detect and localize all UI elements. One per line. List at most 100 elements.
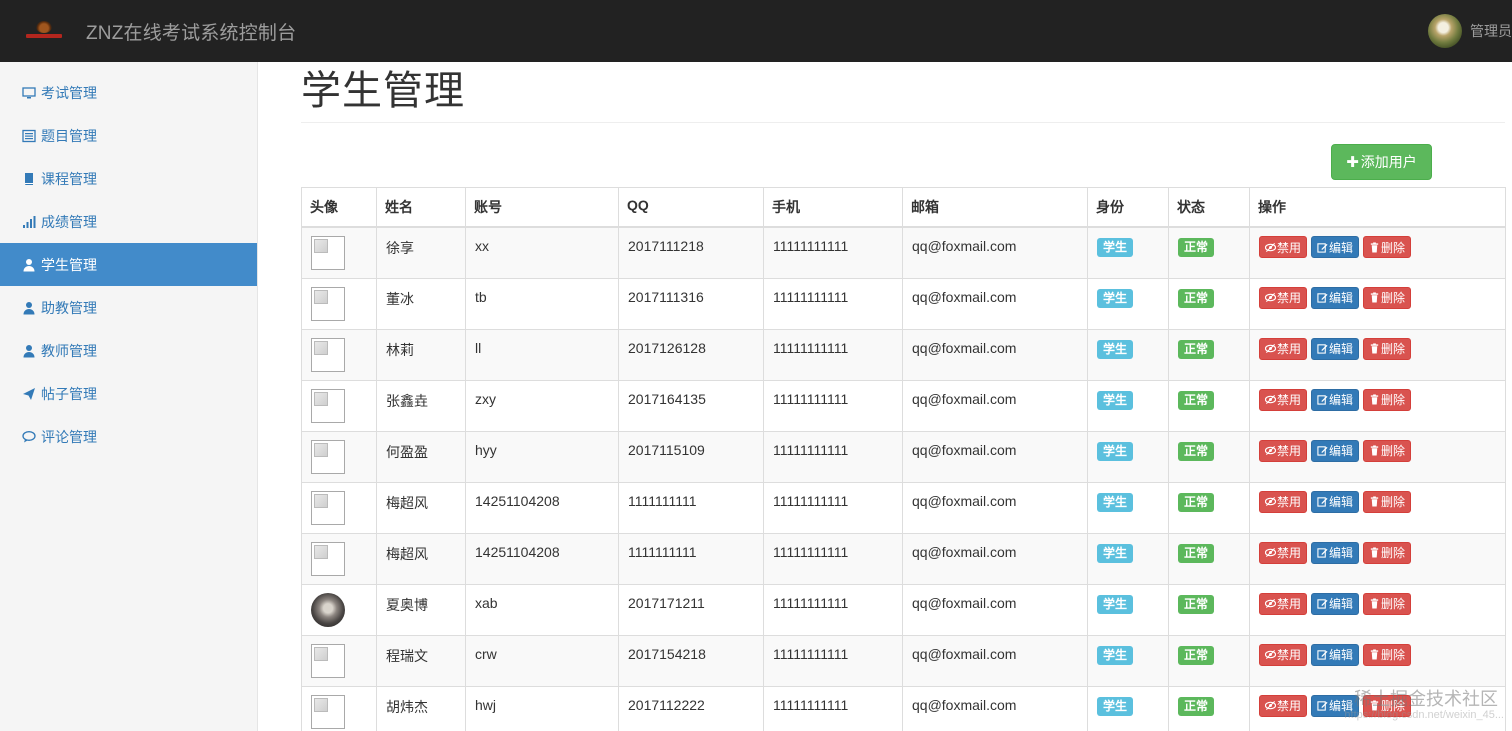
column-header: 账号 <box>465 187 619 228</box>
delete-button[interactable]: 删除 <box>1363 388 1412 411</box>
column-header: 操作 <box>1249 187 1506 228</box>
disable-button[interactable]: 禁用 <box>1259 541 1308 564</box>
edit-button[interactable]: 编辑 <box>1311 388 1360 411</box>
disable-button[interactable]: 禁用 <box>1259 286 1308 309</box>
trash-icon <box>1369 394 1381 405</box>
status-badge: 正常 <box>1178 492 1215 512</box>
username[interactable]: 管理员 <box>1470 21 1512 41</box>
delete-button-label: 删除 <box>1381 240 1406 255</box>
role-cell: 学生 <box>1087 430 1169 483</box>
list-icon <box>22 129 36 143</box>
delete-button[interactable]: 删除 <box>1363 592 1412 615</box>
delete-button[interactable]: 删除 <box>1363 643 1412 666</box>
status-cell: 正常 <box>1168 328 1250 381</box>
main-content: 学生管理 ✚ 添加用户 头像 姓名 账号 QQ 手机 邮箱 身份 状态 操作 徐享 xx 20171… <box>301 62 1506 731</box>
column-header: 邮箱 <box>902 187 1088 228</box>
role-badge: 学生 <box>1097 645 1134 665</box>
status-badge: 正常 <box>1178 441 1215 461</box>
sidebar-item-3[interactable]: 成绩管理 <box>0 200 257 243</box>
role-cell: 学生 <box>1087 634 1169 687</box>
disable-button[interactable]: 禁用 <box>1259 439 1308 462</box>
delete-button[interactable]: 删除 <box>1363 236 1412 258</box>
phone-cell: 11111111111 <box>763 226 903 279</box>
avatar-cell <box>301 430 377 483</box>
edit-button[interactable]: 编辑 <box>1311 286 1360 309</box>
trash-icon <box>1369 649 1381 660</box>
add-user-button[interactable]: ✚ 添加用户 <box>1331 144 1432 180</box>
disable-button[interactable]: 禁用 <box>1259 337 1308 360</box>
delete-button[interactable]: 删除 <box>1363 439 1412 462</box>
email-cell: qq@foxmail.com <box>902 226 1088 279</box>
name-cell: 梅超风 <box>376 532 466 585</box>
status-cell: 正常 <box>1168 685 1250 731</box>
status-cell: 正常 <box>1168 379 1250 432</box>
column-header: 状态 <box>1168 187 1250 228</box>
avatar-cell <box>301 532 377 585</box>
qq-cell: 1111111111 <box>618 532 764 585</box>
status-cell: 正常 <box>1168 532 1250 585</box>
disable-button[interactable]: 禁用 <box>1259 592 1308 615</box>
edit-button[interactable]: 编辑 <box>1311 541 1360 564</box>
delete-button[interactable]: 删除 <box>1363 490 1412 513</box>
status-badge: 正常 <box>1178 594 1215 614</box>
eye-slash-icon <box>1265 445 1277 456</box>
broken-image-icon <box>311 439 345 474</box>
brand-logo[interactable] <box>26 21 62 41</box>
phone-cell: 11111111111 <box>763 685 903 731</box>
avatar[interactable] <box>1428 14 1462 48</box>
edit-button-label: 编辑 <box>1329 444 1354 458</box>
table-row: 胡炜杰 hwj 2017112222 11111111111 qq@foxmail.co… <box>301 685 1506 731</box>
broken-image-icon <box>311 337 345 372</box>
table-row: 董冰 tb 2017111316 11111111111 qq@foxmail.com 学… <box>301 277 1506 330</box>
edit-button[interactable]: 编辑 <box>1311 490 1360 513</box>
email-cell: qq@foxmail.com <box>902 634 1088 687</box>
name-cell: 董冰 <box>376 277 466 330</box>
email-cell: qq@foxmail.com <box>902 583 1088 636</box>
sidebar-item-0[interactable]: 考试管理 <box>0 71 257 114</box>
user-icon <box>22 344 36 358</box>
edit-icon <box>1317 598 1329 609</box>
edit-button[interactable]: 编辑 <box>1311 643 1360 666</box>
status-badge: 正常 <box>1178 645 1215 665</box>
trash-icon <box>1369 598 1381 609</box>
sidebar-item-8[interactable]: 评论管理 <box>0 415 257 458</box>
disable-button-label: 禁用 <box>1277 291 1302 305</box>
actions-cell: 禁用 编辑 删除 <box>1249 328 1506 381</box>
disable-button[interactable]: 禁用 <box>1259 388 1308 411</box>
disable-button-label: 禁用 <box>1277 546 1302 560</box>
email-cell: qq@foxmail.com <box>902 481 1088 534</box>
edit-button[interactable]: 编辑 <box>1311 592 1360 615</box>
table-row: 夏奥博 xab 2017171211 11111111111 qq@foxmail.co… <box>301 583 1506 636</box>
disable-button[interactable]: 禁用 <box>1259 694 1308 717</box>
delete-button[interactable]: 删除 <box>1363 541 1412 564</box>
trash-icon <box>1369 343 1381 354</box>
role-cell: 学生 <box>1087 328 1169 381</box>
edit-button[interactable]: 编辑 <box>1311 337 1360 360</box>
sidebar-item-1[interactable]: 题目管理 <box>0 114 257 157</box>
disable-button[interactable]: 禁用 <box>1259 490 1308 513</box>
column-header: 头像 <box>301 187 377 228</box>
disable-button[interactable]: 禁用 <box>1259 236 1308 258</box>
edit-button-label: 编辑 <box>1329 240 1354 255</box>
sidebar-item-5[interactable]: 助教管理 <box>0 286 257 329</box>
watermark-url: https://blog.csdn.net/weixin_45... <box>1344 709 1504 721</box>
avatar-cell <box>301 583 377 636</box>
disable-button-label: 禁用 <box>1277 240 1302 255</box>
app-title[interactable]: ZNZ在线考试系统控制台 <box>86 18 296 45</box>
sidebar-item-2[interactable]: 课程管理 <box>0 157 257 200</box>
sidebar-item-6[interactable]: 教师管理 <box>0 329 257 372</box>
name-cell: 徐享 <box>376 226 466 279</box>
edit-button[interactable]: 编辑 <box>1311 236 1360 258</box>
eye-slash-icon <box>1265 547 1277 558</box>
disable-button-label: 禁用 <box>1277 648 1302 662</box>
actions-cell: 禁用 编辑 删除 <box>1249 583 1506 636</box>
sidebar-item-7[interactable]: 帖子管理 <box>0 372 257 415</box>
user-menu[interactable]: 管理员 <box>1428 0 1512 62</box>
delete-button[interactable]: 删除 <box>1363 286 1412 309</box>
sidebar-item-4[interactable]: 学生管理 <box>0 243 257 286</box>
edit-button[interactable]: 编辑 <box>1311 439 1360 462</box>
table-row: 梅超风 14251104208 1111111111 11111111111 qq@fo… <box>301 532 1506 585</box>
delete-button[interactable]: 删除 <box>1363 337 1412 360</box>
disable-button[interactable]: 禁用 <box>1259 643 1308 666</box>
disable-button-label: 禁用 <box>1277 444 1302 458</box>
